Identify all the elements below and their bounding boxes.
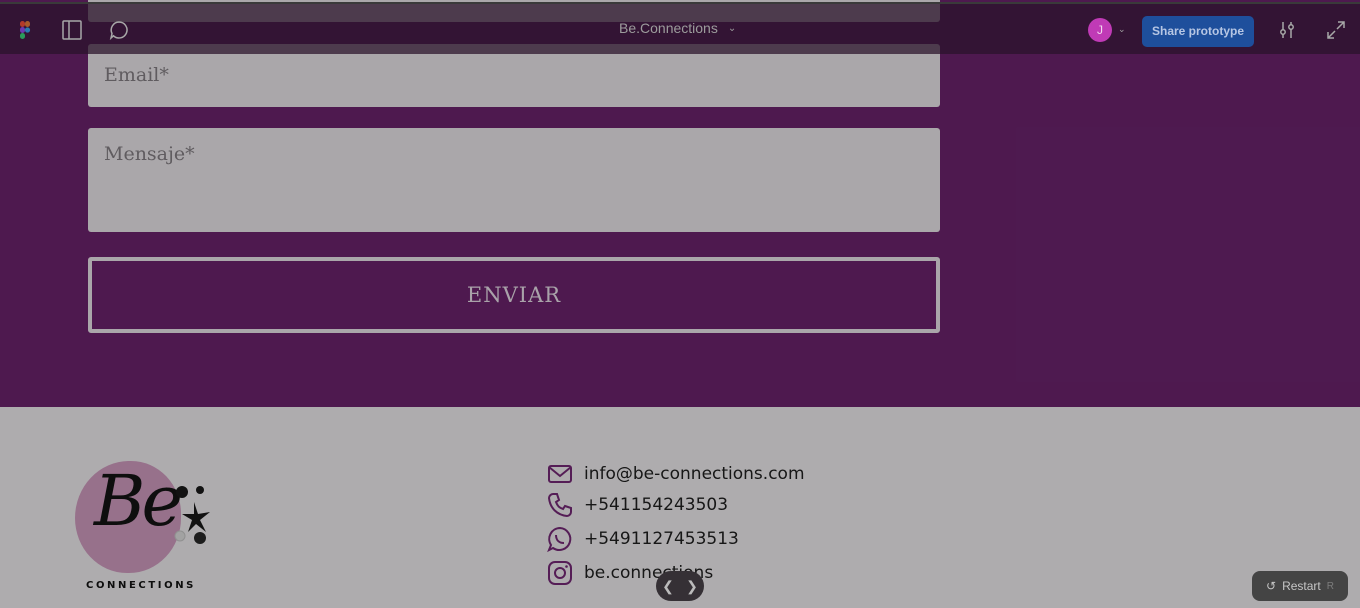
flower-icon [174,486,210,544]
comment-icon[interactable] [108,19,130,41]
restart-icon: ↺ [1266,579,1277,593]
email-placeholder: Email* [104,64,169,86]
restart-shortcut: R [1326,580,1334,592]
previous-arrow-icon[interactable]: ❮ [662,578,674,595]
viewer-toolbar: Be.Connections ⌄ J ⌄ Share prototype [0,2,1360,54]
prototype-title-text: Be.Connections [619,20,718,36]
figma-logo-icon[interactable] [14,19,36,41]
prototype-frame: Email* Mensaje* ENVIAR Be CONNECTIONS in… [0,0,1360,608]
contact-phone[interactable]: +541154243503 [546,490,728,520]
submit-label: ENVIAR [466,283,562,307]
sidebar-toggle-icon[interactable] [61,19,83,41]
restart-label: Restart [1282,579,1321,593]
instagram-icon [548,561,572,585]
next-arrow-icon[interactable]: ❯ [686,578,698,595]
logo-wordmark: CONNECTIONS [86,580,196,591]
brand-logo: Be CONNECTIONS [72,458,222,598]
message-placeholder: Mensaje* [104,143,195,165]
whatsapp-icon [547,526,572,553]
contact-phone-text: +541154243503 [584,495,729,515]
avatar[interactable]: J [1088,18,1112,42]
settings-sliders-icon[interactable] [1276,19,1298,41]
prototype-title[interactable]: Be.Connections ⌄ [619,20,736,36]
logo-script: Be [94,460,183,542]
share-prototype-button[interactable]: Share prototype [1142,16,1254,47]
expand-icon[interactable] [1325,19,1347,41]
message-field[interactable]: Mensaje* [88,128,940,232]
avatar-chevron-down-icon[interactable]: ⌄ [1118,24,1126,35]
restart-button[interactable]: ↺ Restart R [1252,571,1348,601]
contact-whatsapp[interactable]: +5491127453513 [546,524,739,554]
mail-icon [548,465,572,483]
submit-button[interactable]: ENVIAR [88,257,940,333]
phone-icon [547,493,572,518]
prototype-navigation: ❮ ❯ [656,571,704,601]
contact-email-text: info@be-connections.com [584,464,805,484]
chevron-down-icon: ⌄ [727,22,737,34]
contact-whatsapp-text: +5491127453513 [584,529,739,549]
contact-email[interactable]: info@be-connections.com [546,459,805,489]
